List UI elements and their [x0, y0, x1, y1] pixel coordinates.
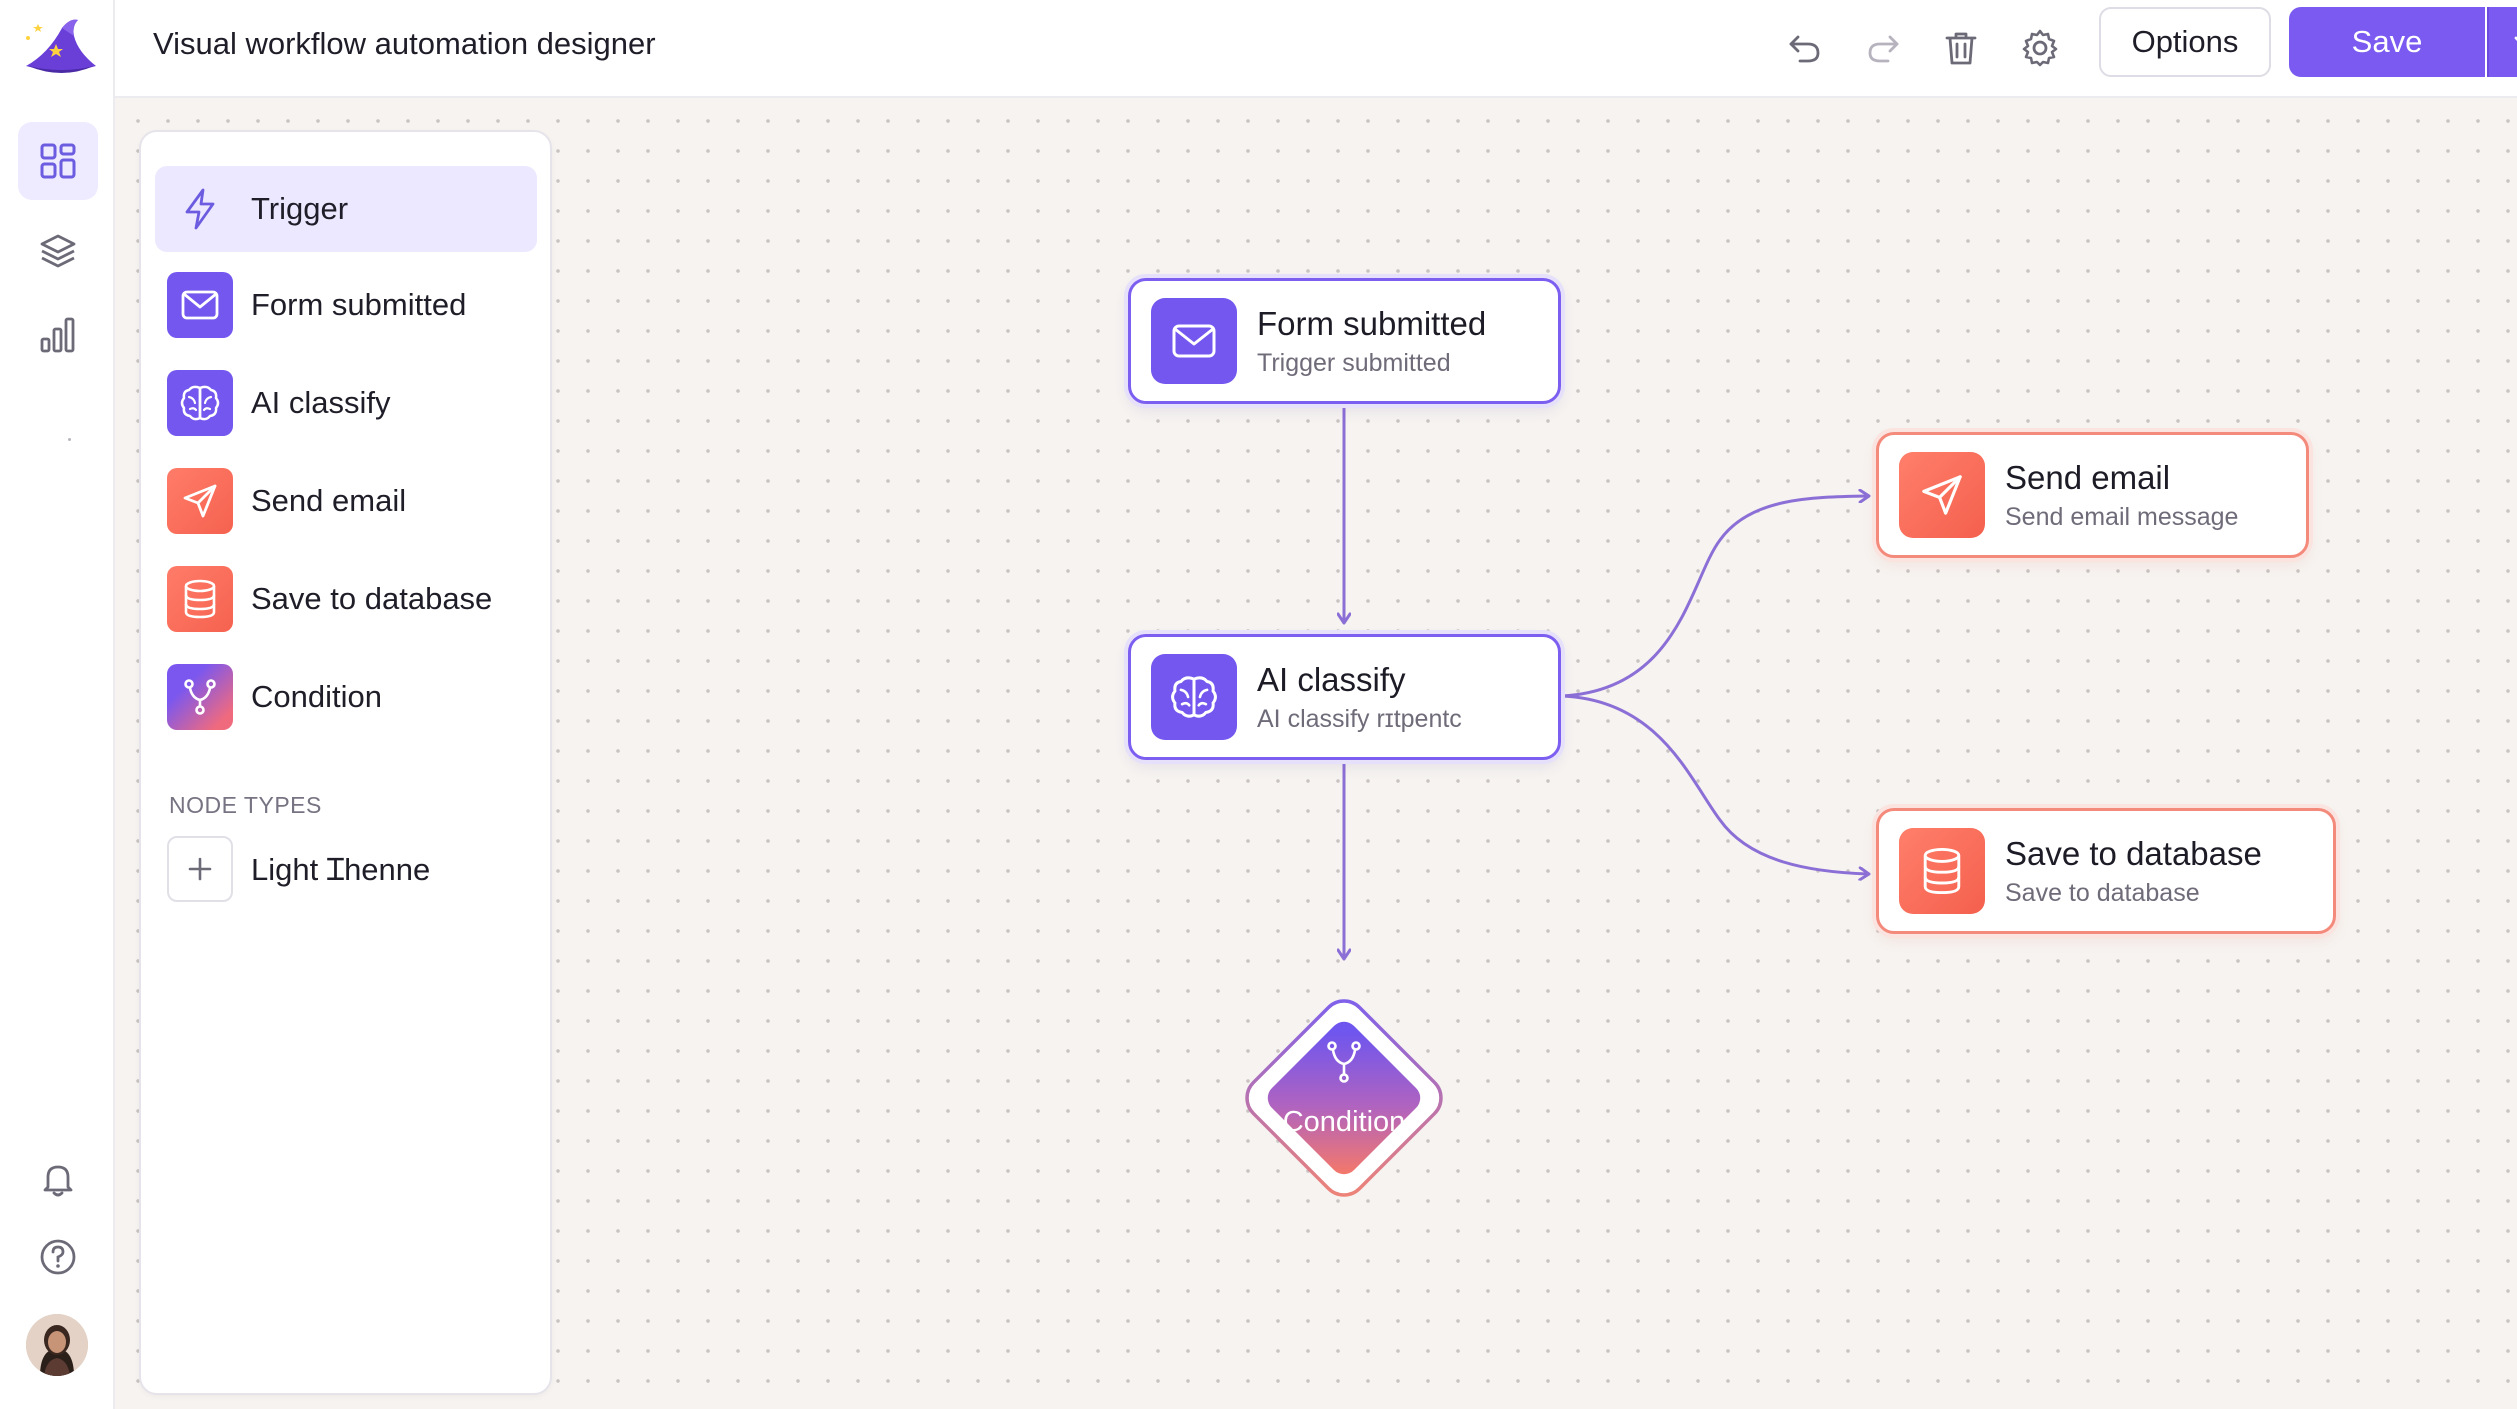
node-save-to-database[interactable]: Save to database Save to database [1876, 808, 2336, 934]
brain-icon [167, 370, 233, 436]
palette-item-label: Save to database [251, 581, 493, 616]
send-icon [167, 468, 233, 534]
node-condition[interactable]: Condition [1214, 968, 1474, 1228]
node-subtitle: AI classify rɪtpentc [1257, 704, 1462, 733]
node-subtitle: Save to database [2005, 878, 2200, 907]
node-subtitle: Trigger submitted [1257, 348, 1451, 377]
plus-icon [167, 836, 233, 902]
database-icon [167, 566, 233, 632]
node-ai-classify[interactable]: AI classify AI classify rɪtpentc [1128, 634, 1561, 760]
palette-item-send-email[interactable]: Send email [155, 458, 537, 544]
node-form-submitted[interactable]: Form submitted Trigger submitted [1128, 278, 1561, 404]
node-types-section-title: NODE TYPES [169, 792, 322, 818]
node-send-email[interactable]: Send email Send email message [1876, 432, 2309, 558]
edge-classify-to-send-email[interactable] [1561, 496, 1868, 698]
palette-item-label: AI classify [251, 385, 391, 420]
palette-item-ai-classify[interactable]: AI classify [155, 360, 537, 446]
palette-item-condition[interactable]: Condition [155, 654, 537, 740]
node-title: Save to database [2005, 834, 2262, 872]
palette-add-item[interactable]: Light Ɪhenne [155, 826, 537, 912]
node-title: Condition [1282, 1106, 1406, 1138]
lightning-icon [167, 176, 233, 242]
palette-item-label: Send email [251, 483, 407, 518]
condition-diamond-shape [1245, 999, 1443, 1197]
palette-item-form-submitted[interactable]: Form submitted [155, 262, 537, 348]
node-title: AI classify [1257, 660, 1406, 698]
node-palette: Trigger Form submitted AI classify Send … [139, 130, 552, 1395]
edge-classify-to-save-db[interactable] [1561, 694, 1868, 874]
node-title: Form submitted [1257, 304, 1487, 342]
palette-item-trigger[interactable]: Trigger [155, 166, 537, 252]
node-title: Send email [2005, 458, 2171, 496]
database-icon [1899, 828, 1985, 914]
send-icon [1899, 452, 1985, 538]
palette-item-save-to-database[interactable]: Save to database [155, 556, 537, 642]
palette-item-label: Form submitted [251, 287, 467, 322]
mail-icon [167, 272, 233, 338]
palette-item-label: Trigger [251, 191, 349, 226]
brain-icon [1151, 654, 1237, 740]
palette-item-label: Condition [251, 679, 382, 714]
node-subtitle: Send email message [2005, 502, 2239, 531]
branch-icon [167, 664, 233, 730]
palette-add-item-label: Light Ɪhenne [251, 852, 431, 887]
mail-icon [1151, 298, 1237, 384]
